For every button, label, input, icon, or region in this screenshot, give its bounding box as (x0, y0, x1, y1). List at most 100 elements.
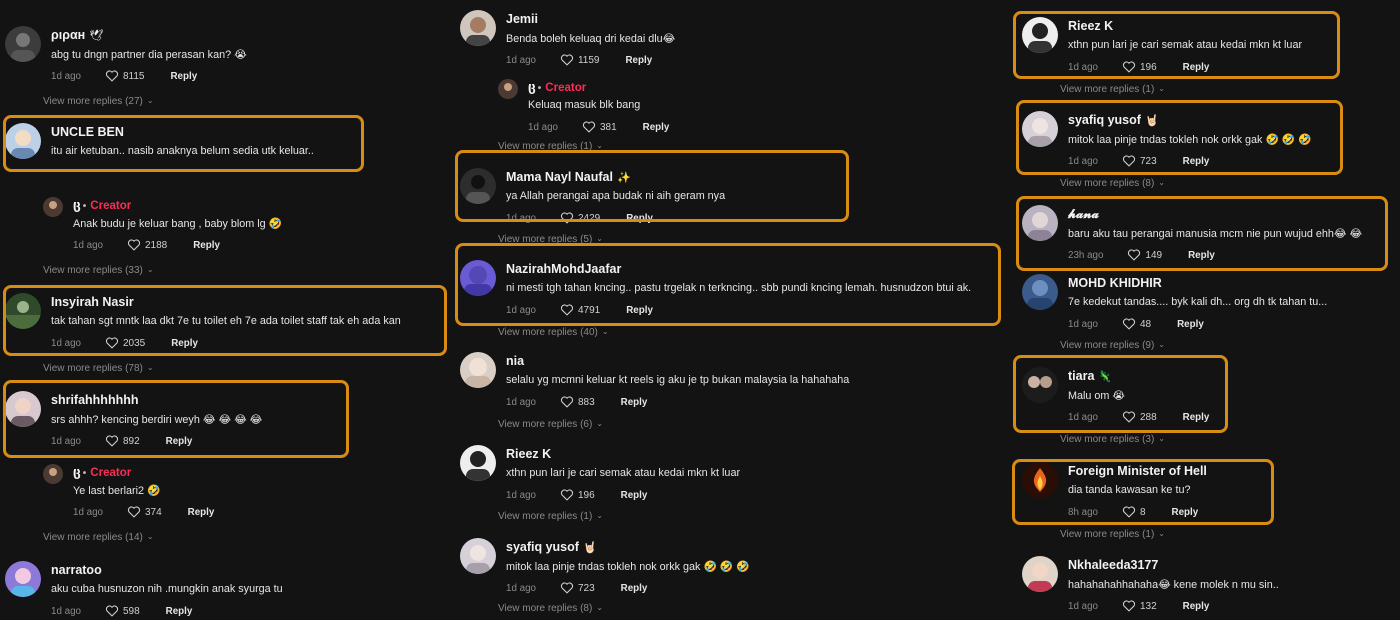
creator-dot: • (82, 201, 87, 212)
comment-text: aku cuba husnuzon nih .mungkin anak syur… (51, 583, 283, 595)
reply-button[interactable]: Reply (1183, 601, 1210, 612)
comment-text: selalu yg mcmni keluar kt reels ig aku j… (506, 374, 850, 386)
heart-icon[interactable] (560, 54, 574, 66)
avatar[interactable] (5, 26, 41, 62)
comment-author[interactable]: narratoo (51, 563, 102, 577)
like-count: 196 (577, 489, 595, 501)
view-more-replies[interactable]: View more replies (1) ⌄ (1060, 529, 1165, 540)
reply-item: ც • Creator Ye last berlari2 🤣 1d ago 374 … (43, 462, 443, 522)
comment-author[interactable]: nia (506, 354, 524, 368)
avatar[interactable] (1022, 274, 1058, 310)
reply-button[interactable]: Reply (625, 55, 652, 66)
view-more-replies[interactable]: View more replies (1) ⌄ (1060, 84, 1165, 95)
heart-icon[interactable] (560, 396, 574, 408)
comment-author[interactable]: ც • Creator (73, 197, 131, 212)
highlight-box (1016, 100, 1343, 175)
comment-meta: 1d ago 883 Reply (506, 396, 647, 408)
heart-icon[interactable] (127, 239, 141, 251)
comment-author[interactable]: Rieez K (506, 447, 551, 461)
comment-meta: 1d ago 2188 Reply (73, 239, 220, 251)
highlight-box (3, 285, 447, 356)
reply-button[interactable]: Reply (1177, 319, 1204, 330)
comment-text: Benda boleh keluaq dri kedai dlu😂 (506, 33, 676, 45)
view-more-replies[interactable]: View more replies (1) ⌄ (498, 511, 603, 522)
heart-icon[interactable] (1122, 600, 1136, 612)
highlight-box (1016, 196, 1388, 271)
reply-button[interactable]: Reply (188, 507, 215, 518)
avatar[interactable] (460, 10, 496, 46)
heart-icon[interactable] (560, 582, 574, 594)
view-more-replies[interactable]: View more replies (78) ⌄ (43, 363, 154, 374)
comment-meta: 1d ago 48 Reply (1068, 318, 1204, 330)
comment-time: 1d ago (73, 239, 103, 251)
view-more-replies[interactable]: View more replies (33) ⌄ (43, 265, 154, 276)
comment-column-1: ριραн 🕊 abg tu dngn partner dia perasan k… (0, 0, 450, 620)
avatar[interactable] (460, 538, 496, 574)
comment-text: abg tu dngn partner dia perasan kan? 😭 (51, 49, 247, 61)
chevron-down-icon: ⌄ (601, 327, 609, 336)
heart-icon[interactable] (582, 121, 596, 133)
comment-meta: 1d ago 723 Reply (506, 582, 647, 594)
view-more-replies[interactable]: View more replies (8) ⌄ (498, 603, 603, 614)
comment-author[interactable]: ც • Creator (73, 464, 131, 479)
view-more-replies[interactable]: View more replies (40) ⌄ (498, 327, 609, 338)
comment-text: Anak budu je keluar bang , baby blom lg … (73, 218, 283, 230)
comment-item: nia selalu yg mcmni keluar kt reels ig a… (460, 352, 990, 412)
view-more-replies[interactable]: View more replies (8) ⌄ (1060, 178, 1165, 189)
comment-text: mitok laa pinje tndas tokleh nok orkk ga… (506, 561, 750, 573)
avatar[interactable] (1022, 556, 1058, 592)
view-more-replies[interactable]: View more replies (9) ⌄ (1060, 340, 1165, 351)
view-more-replies[interactable]: View more replies (14) ⌄ (43, 532, 154, 543)
comment-time: 1d ago (528, 121, 558, 133)
like-count: 8115 (122, 70, 145, 82)
comment-author[interactable]: syafiq yusof 🤘🏻 (506, 540, 597, 554)
comment-meta: 1d ago 374 Reply (73, 506, 214, 518)
creator-badge: Creator (545, 82, 587, 94)
avatar[interactable] (460, 352, 496, 388)
like-count: 1159 (577, 54, 600, 66)
avatar[interactable] (498, 79, 518, 99)
creator-dot: • (537, 83, 542, 94)
avatar[interactable] (460, 445, 496, 481)
reply-button[interactable]: Reply (193, 240, 220, 251)
reply-button[interactable]: Reply (621, 397, 648, 408)
comment-item: MOHD KHIDHIR 7e kedekut tandas.... byk k… (1022, 274, 1392, 332)
highlight-box (3, 380, 349, 458)
heart-icon[interactable] (560, 489, 574, 501)
like-count: 2188 (144, 239, 168, 251)
comment-time: 1d ago (51, 70, 81, 82)
comment-author[interactable]: MOHD KHIDHIR (1068, 276, 1162, 290)
view-more-replies[interactable]: View more replies (6) ⌄ (498, 419, 603, 430)
reply-button[interactable]: Reply (166, 606, 193, 617)
comment-meta: 1d ago 598 Reply (51, 605, 192, 617)
heart-icon[interactable] (105, 70, 119, 82)
view-more-replies[interactable]: View more replies (3) ⌄ (1060, 434, 1165, 445)
reply-button[interactable]: Reply (170, 71, 197, 82)
like-count: 132 (1139, 600, 1157, 612)
heart-icon[interactable] (127, 506, 141, 518)
view-more-replies[interactable]: View more replies (27) ⌄ (43, 96, 154, 107)
chevron-down-icon: ⌄ (146, 532, 154, 541)
like-count: 883 (577, 396, 595, 408)
highlight-box (3, 115, 364, 172)
comment-author[interactable]: Jemii (506, 12, 538, 26)
heart-icon[interactable] (1122, 318, 1136, 330)
comment-author[interactable]: ριραн 🕊 (51, 28, 103, 42)
avatar[interactable] (5, 561, 41, 597)
comment-author[interactable]: Nkhaleeda3177 (1068, 558, 1158, 572)
comment-column-3: Rieez K xthn pun lari je cari semak atau… (1012, 0, 1400, 620)
comment-time: 1d ago (1068, 318, 1098, 330)
reply-button[interactable]: Reply (621, 490, 648, 501)
comment-item: narratoo aku cuba husnuzon nih .mungkin … (5, 561, 445, 619)
creator-dot: • (82, 468, 87, 479)
reply-button[interactable]: Reply (621, 583, 648, 594)
avatar[interactable] (43, 464, 63, 484)
chevron-down-icon: ⌄ (1158, 434, 1165, 443)
comment-author[interactable]: ც • Creator (528, 79, 586, 94)
comment-text: Ye last berlari2 🤣 (73, 485, 161, 497)
heart-icon[interactable] (105, 605, 119, 617)
comment-item: ριραн 🕊 abg tu dngn partner dia perasan k… (5, 26, 445, 86)
like-count: 598 (122, 605, 140, 617)
avatar[interactable] (43, 197, 63, 217)
reply-button[interactable]: Reply (643, 122, 670, 133)
